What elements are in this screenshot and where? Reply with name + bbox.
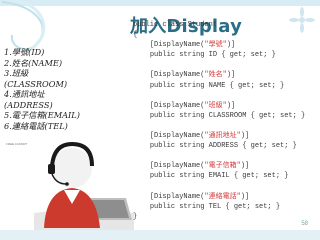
attr-string: "通訊地址" bbox=[204, 132, 241, 141]
property-line: public string NAME { get; set; } bbox=[149, 81, 285, 90]
attr-line: [DisplayName("學號")] bbox=[150, 41, 235, 49]
property-line: public string EMAIL { get; set; } bbox=[149, 172, 289, 181]
list-item: (ADDRESS) bbox=[4, 99, 53, 110]
clipart-caption: FREE.CLIPART bbox=[6, 142, 28, 146]
attr-string: "電子信箱" bbox=[204, 162, 241, 171]
list-item: 3.班級 bbox=[4, 68, 29, 78]
attr-suffix: )] bbox=[226, 41, 236, 50]
attr-line: [DisplayName("電子信箱")] bbox=[150, 162, 249, 170]
attr-string: "姓名" bbox=[204, 71, 227, 80]
attr-prefix: [DisplayName( bbox=[149, 192, 205, 201]
class-declaration: public class Student bbox=[133, 21, 218, 29]
attr-line: [DisplayName("通訊地址")] bbox=[150, 132, 249, 140]
operator-headset-illustration-icon bbox=[34, 141, 134, 230]
property-line: public string CLASSROOM { get; set; } bbox=[149, 111, 306, 120]
list-item: 2.姓名(NAME) bbox=[4, 57, 63, 68]
attr-prefix: [DisplayName( bbox=[149, 132, 205, 141]
list-item: 5.電子信箱(EMAIL) bbox=[4, 110, 80, 120]
attr-line: [DisplayName("班級")] bbox=[150, 102, 235, 110]
property-line: public string TEL { get; set; } bbox=[149, 202, 281, 211]
attr-suffix: )] bbox=[240, 192, 250, 201]
slide: 加入Display 1.學號(ID) 2.姓名(NAME) 3.班級 (CLAS… bbox=[0, 0, 320, 240]
property-line: public string ADDRESS { get; set; } bbox=[149, 142, 297, 151]
attr-prefix: [DisplayName( bbox=[149, 162, 205, 171]
attr-prefix: [DisplayName( bbox=[149, 71, 205, 80]
attr-prefix: [DisplayName( bbox=[149, 101, 205, 110]
brace-open: { bbox=[133, 31, 138, 40]
code-block: public class Student { [DisplayName("學號"… bbox=[133, 20, 305, 222]
field-list: 1.學號(ID) 2.姓名(NAME) 3.班級 (CLASSROOM) 4.通… bbox=[4, 47, 104, 131]
attr-prefix: [DisplayName( bbox=[149, 41, 205, 50]
attr-string: "班級" bbox=[204, 101, 227, 110]
brace-close: } bbox=[133, 212, 138, 221]
attr-suffix: )] bbox=[240, 162, 250, 171]
list-item: 4.通訊地址 bbox=[4, 89, 45, 99]
bottom-decorative-bar bbox=[0, 230, 320, 240]
attr-string: "連絡電話" bbox=[204, 192, 241, 201]
attr-suffix: )] bbox=[240, 132, 250, 141]
list-item: (CLASSROOM) bbox=[4, 78, 68, 89]
page-number: 58 bbox=[301, 221, 308, 227]
attr-suffix: )] bbox=[226, 101, 236, 110]
property-line: public string ID { get; set; } bbox=[149, 51, 276, 60]
attr-suffix: )] bbox=[226, 71, 236, 80]
list-item: 1.學號(ID) bbox=[4, 47, 45, 57]
attr-line: [DisplayName("姓名")] bbox=[150, 71, 235, 79]
attr-line: [DisplayName("連絡電話")] bbox=[150, 193, 249, 201]
attr-string: "學號" bbox=[204, 41, 227, 50]
